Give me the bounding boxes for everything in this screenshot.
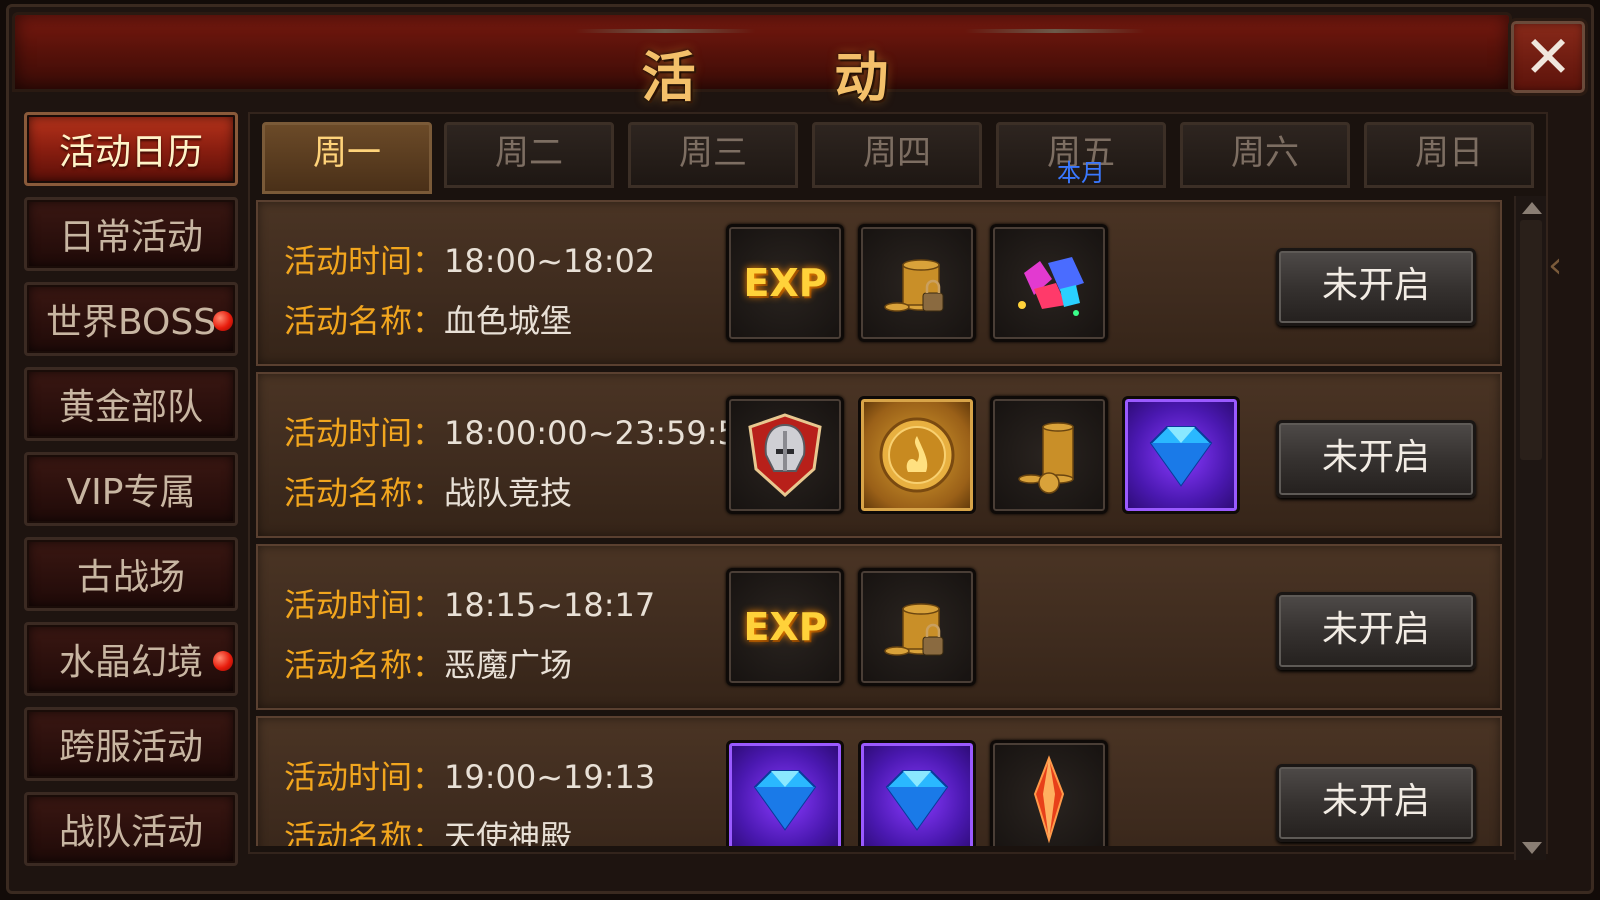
tab-label: 周二 — [495, 133, 563, 173]
status-button[interactable]: 未开启 — [1276, 420, 1476, 498]
sidebar-item-daily-activities[interactable]: 日常活动 — [24, 197, 238, 271]
window-title: 活 动 — [641, 46, 949, 109]
scroll-down-arrow-icon[interactable] — [1522, 842, 1542, 854]
tab-label: 周六 — [1231, 133, 1299, 173]
time-label: 活动时间： — [284, 758, 445, 796]
name-label: 活动名称： — [284, 818, 445, 846]
activity-time: 活动时间：18:00:00~23:59:59 — [284, 408, 758, 454]
tab-monday[interactable]: 周一 — [262, 122, 432, 194]
sidebar-item-vip[interactable]: VIP专属 — [24, 452, 238, 526]
status-label: 未开启 — [1321, 437, 1430, 478]
activity-time: 活动时间：18:00~18:02 — [284, 236, 655, 282]
tab-sunday[interactable]: 周日 — [1364, 122, 1534, 188]
activity-row: 活动时间：18:15~18:17 活动名称：恶魔广场 EXP 未开启 — [256, 544, 1502, 710]
activity-list[interactable]: 活动时间：18:00~18:02 活动名称：血色城堡 EXP 未开启 活动时间：… — [256, 196, 1506, 846]
tab-tuesday[interactable]: 周二 — [444, 122, 614, 188]
activity-time: 活动时间：18:15~18:17 — [284, 580, 655, 626]
sidebar-item-crystal-illusion[interactable]: 水晶幻境 — [24, 622, 238, 696]
activity-row: 活动时间：18:00~18:02 活动名称：血色城堡 EXP 未开启 — [256, 200, 1502, 366]
activity-row: 活动时间：19:00~19:13 活动名称：天使神殿 未开启 — [256, 716, 1502, 846]
sidebar-item-cross-server[interactable]: 跨服活动 — [24, 707, 238, 781]
sidebar-item-team-activities[interactable]: 战队活动 — [24, 792, 238, 866]
time-label: 活动时间： — [284, 586, 445, 624]
tab-label: 周三 — [679, 133, 747, 173]
time-value: 18:00:00~23:59:59 — [444, 414, 759, 452]
scroll-up-arrow-icon[interactable] — [1522, 202, 1542, 214]
tab-label: 周一 — [313, 133, 381, 173]
status-button[interactable]: 未开启 — [1276, 248, 1476, 326]
tab-note: 本月 — [1057, 159, 1105, 187]
status-button[interactable]: 未开启 — [1276, 764, 1476, 842]
red-crystal-icon[interactable] — [990, 740, 1108, 846]
gem-pile-icon[interactable] — [990, 224, 1108, 342]
sidebar-item-label: 世界BOSS — [45, 302, 217, 343]
time-label: 活动时间： — [284, 414, 445, 452]
blue-diamond-icon[interactable] — [726, 740, 844, 846]
sidebar-item-golden-troop[interactable]: 黄金部队 — [24, 367, 238, 441]
scrollbar[interactable] — [1514, 196, 1546, 860]
sidebar-item-label: 水晶幻境 — [58, 642, 203, 683]
status-label: 未开启 — [1321, 609, 1430, 650]
activity-row: 活动时间：18:00:00~23:59:59 活动名称：战队竞技 未开启 — [256, 372, 1502, 538]
sidebar-item-world-boss[interactable]: 世界BOSS — [24, 282, 238, 356]
weekday-tabs: 周一 周二 周三 周四 周五 本月 周六 周日 — [262, 122, 1542, 194]
exp-icon[interactable]: EXP — [726, 224, 844, 342]
name-label: 活动名称： — [284, 474, 445, 512]
notification-badge-icon — [213, 651, 233, 671]
sidebar-item-activity-calendar[interactable]: 活动日历 — [24, 112, 238, 186]
tab-wednesday[interactable]: 周三 — [628, 122, 798, 188]
sidebar-item-label: 古战场 — [76, 557, 185, 598]
blue-diamond-icon[interactable] — [1122, 396, 1240, 514]
sidebar-item-label: 黄金部队 — [58, 387, 203, 428]
gold-medal-icon[interactable] — [858, 396, 976, 514]
time-value: 18:00~18:02 — [444, 242, 656, 280]
chevron-left-icon[interactable]: ‹ — [1548, 238, 1576, 294]
gold-coins-icon[interactable] — [858, 224, 976, 342]
sidebar: 活动日历 日常活动 世界BOSS 黄金部队 VIP专属 古战场 水晶幻境 跨服活… — [24, 112, 240, 877]
tab-label: 周日 — [1415, 133, 1483, 173]
name-value: 天使神殿 — [444, 818, 573, 846]
status-label: 未开启 — [1321, 781, 1430, 822]
tab-label: 周四 — [863, 133, 931, 173]
gold-coins-icon[interactable] — [990, 396, 1108, 514]
status-button[interactable]: 未开启 — [1276, 592, 1476, 670]
activity-name: 活动名称：血色城堡 — [284, 296, 572, 342]
name-label: 活动名称： — [284, 302, 445, 340]
exp-icon[interactable]: EXP — [726, 568, 844, 686]
activity-name: 活动名称：战队竞技 — [284, 468, 572, 514]
title-bar: 活 动 — [12, 12, 1512, 109]
scroll-thumb[interactable] — [1520, 220, 1542, 460]
close-icon: ✕ — [1523, 23, 1573, 91]
activity-name: 活动名称：恶魔广场 — [284, 640, 572, 686]
activity-name: 活动名称：天使神殿 — [284, 812, 572, 846]
sidebar-item-label: 战队活动 — [58, 812, 203, 853]
status-label: 未开启 — [1321, 265, 1430, 306]
name-label: 活动名称： — [284, 646, 445, 684]
sidebar-item-label: 日常活动 — [58, 217, 203, 258]
time-value: 18:15~18:17 — [444, 586, 656, 624]
name-value: 血色城堡 — [444, 302, 573, 340]
time-value: 19:00~19:13 — [444, 758, 656, 796]
notification-badge-icon — [213, 311, 233, 331]
sidebar-item-label: VIP专属 — [66, 472, 196, 513]
gold-coins-icon[interactable] — [858, 568, 976, 686]
sidebar-item-label: 活动日历 — [58, 132, 203, 173]
sidebar-item-ancient-battlefield[interactable]: 古战场 — [24, 537, 238, 611]
tab-friday[interactable]: 周五 本月 — [996, 122, 1166, 188]
time-label: 活动时间： — [284, 242, 445, 280]
blue-diamond-icon[interactable] — [858, 740, 976, 846]
sidebar-item-label: 跨服活动 — [58, 727, 203, 768]
tab-thursday[interactable]: 周四 — [812, 122, 982, 188]
name-value: 恶魔广场 — [444, 646, 573, 684]
tab-saturday[interactable]: 周六 — [1180, 122, 1350, 188]
activity-time: 活动时间：19:00~19:13 — [284, 752, 655, 798]
helmet-shield-icon[interactable] — [726, 396, 844, 514]
close-button[interactable]: ✕ — [1508, 18, 1588, 96]
name-value: 战队竞技 — [444, 474, 573, 512]
